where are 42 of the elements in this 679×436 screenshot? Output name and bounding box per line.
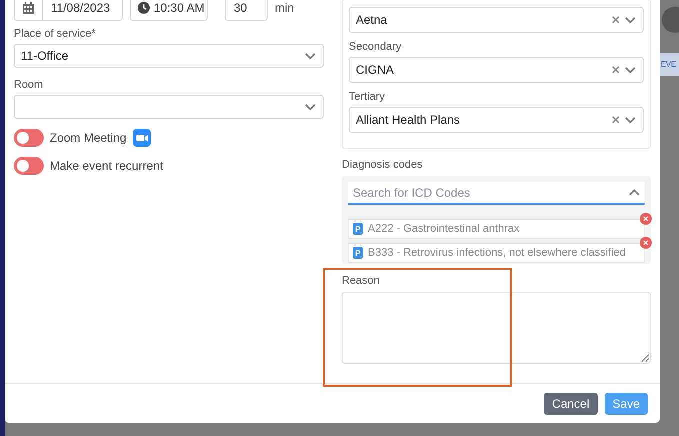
clear-icon[interactable] [612, 116, 620, 124]
clear-icon[interactable] [612, 66, 620, 74]
dropdown-field[interactable]: 11-Office [14, 44, 324, 68]
clear-icon[interactable] [612, 16, 620, 24]
calendar-icon [23, 2, 34, 14]
cancel-button[interactable]: Cancel [544, 392, 598, 414]
field-label: Place of service* [14, 27, 97, 41]
field-label: Room [14, 78, 44, 92]
toggle-switch[interactable] [14, 157, 44, 175]
date-field[interactable]: 11/08/2023 [14, 0, 123, 21]
chevron-down-icon [305, 104, 316, 110]
remove-icon[interactable] [640, 213, 652, 225]
time-field[interactable]: 10:30 AM [130, 0, 208, 21]
chevron-up-icon [629, 189, 640, 196]
dropdown-field[interactable] [14, 95, 324, 119]
chevron-down-icon [625, 116, 636, 124]
video-camera-icon [132, 129, 151, 147]
chevron-down-icon [625, 66, 636, 74]
code-text: A222 - Gastrointestinal anthrax [368, 223, 520, 235]
code-badge: P [353, 247, 363, 259]
dropdown-field[interactable]: Alliant Health Plans [349, 107, 644, 133]
duration-field[interactable]: 30 [225, 0, 268, 21]
chevron-down-icon [305, 52, 316, 60]
toggle-label: Make event recurrent [50, 159, 164, 173]
diagnosis-code-item[interactable]: P B333 - Retrovirus infections, not elsewhere classified [348, 243, 645, 263]
chevron-down-icon [625, 16, 636, 24]
field-label: Reason [342, 274, 381, 288]
search-field[interactable]: Search for ICD Codes [348, 182, 645, 205]
toggle-switch[interactable] [14, 129, 44, 147]
field-label: Secondary [349, 40, 403, 54]
dropdown-field[interactable]: Aetna [349, 7, 644, 33]
search-input[interactable]: Search for ICD Codes [353, 182, 629, 203]
dropdown-field[interactable]: CIGNA [349, 57, 644, 83]
code-text: B333 - Retrovirus infections, not elsewhere classified [368, 247, 626, 259]
clock-icon [138, 2, 150, 14]
code-badge: P [353, 223, 363, 235]
field-label: Diagnosis codes [342, 158, 424, 172]
toggle-label: Zoom Meeting [50, 131, 127, 145]
remove-icon[interactable] [640, 237, 652, 249]
duration-unit: min [275, 0, 294, 14]
field-label: Tertiary [349, 90, 386, 104]
diagnosis-code-item[interactable]: P A222 - Gastrointestinal anthrax [348, 219, 645, 239]
